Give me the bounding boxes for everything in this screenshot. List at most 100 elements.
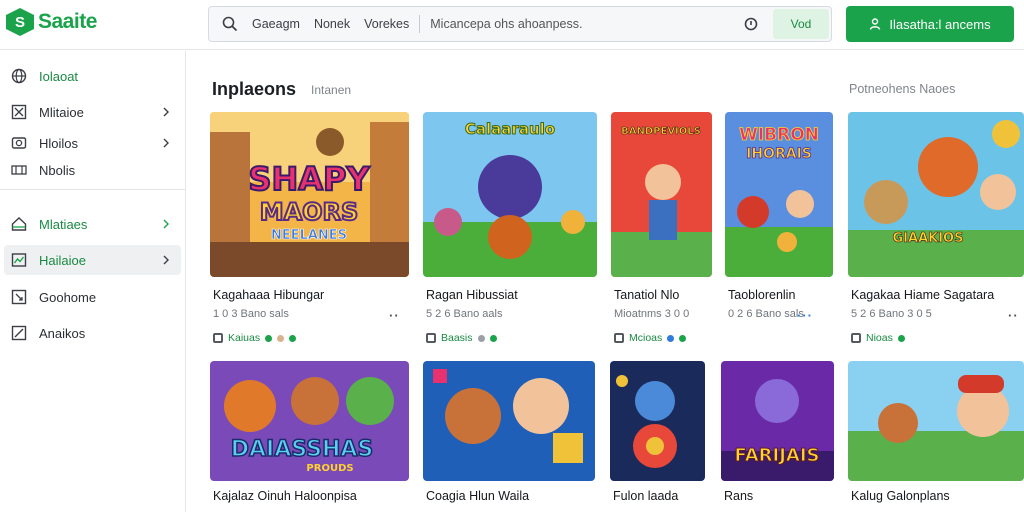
search-tab-2[interactable]: Nonek — [314, 17, 350, 31]
game-thumbnail[interactable]: Calaaraulo — [423, 112, 597, 277]
game-thumbnail[interactable]: FARIJAIS — [721, 361, 834, 481]
game-tag: Nioas — [866, 332, 893, 344]
sidebar-item-3[interactable]: Hloilos — [4, 128, 181, 158]
sidebar-item-5[interactable]: Mlatiaes — [4, 209, 181, 239]
chart-icon — [11, 253, 27, 267]
camera-icon — [11, 137, 27, 149]
game-thumbnail[interactable]: WIBRON IHORAIS — [725, 112, 833, 277]
sidebar-item-7[interactable]: Goohome — [4, 282, 181, 312]
game-title[interactable]: Kajalaz Oinuh Haloonpisa — [213, 489, 357, 503]
game-title[interactable]: Rans — [724, 489, 753, 503]
logo[interactable]: S Saaite — [6, 8, 97, 36]
game-thumbnail[interactable]: BANDPEVIOLS — [611, 112, 712, 277]
search-divider — [419, 15, 421, 33]
game-title[interactable]: Coagia Hlun Waila — [426, 489, 529, 503]
status-dot — [667, 334, 675, 342]
game-tags: Kaiuas — [213, 332, 297, 344]
sidebar-item-6[interactable]: Hailaioe — [4, 245, 181, 275]
sidebar-item-label: Anaikos — [39, 325, 86, 341]
home-icon — [11, 217, 27, 231]
expand-icon — [11, 289, 27, 305]
thumb-title-line-1: Calaaraulo — [465, 120, 555, 138]
sidebar-item-label: Hailaioe — [39, 252, 86, 268]
search-tab-3[interactable]: Vorekes — [364, 17, 409, 31]
sidebar-item-label: Mlatiaes — [39, 216, 88, 232]
sidebar-item-8[interactable]: Anaikos — [4, 318, 181, 348]
status-dot — [897, 334, 905, 342]
thumb-title-line-1: GIAAKIOS — [893, 231, 964, 246]
game-title[interactable]: Ragan Hibussiat — [426, 288, 518, 302]
status-dot — [489, 334, 497, 342]
status-dot — [477, 334, 485, 342]
game-thumbnail[interactable] — [423, 361, 595, 481]
thumb-title-line-2: MAORS — [260, 198, 359, 226]
top-bar: S Saaite Gaeagm Nonek Vorekes Micancepa … — [0, 0, 1024, 50]
game-title[interactable]: Kagahaaa Hibungar — [213, 288, 324, 302]
sidebar-item-label: Goohome — [39, 289, 97, 305]
edit-icon — [11, 325, 27, 341]
thumb-title-line-1: BANDPEVIOLS — [621, 126, 701, 137]
sidebar-item-4[interactable]: Nbolis — [4, 155, 181, 185]
tag-box-icon — [213, 333, 223, 343]
search-button[interactable]: Vod — [773, 9, 829, 39]
search-tab-1[interactable]: Gaeagm — [252, 17, 300, 31]
film-icon — [11, 165, 27, 175]
logo-glyph: S — [14, 13, 25, 31]
user-icon — [870, 18, 881, 30]
thumb-title-line-1: SHAPY — [248, 160, 370, 198]
game-title[interactable]: Kagakaa Hiame Sagatara — [851, 288, 994, 302]
sidebar-item-1[interactable]: Iolaoat — [4, 61, 181, 91]
thumb-title-line-1: WIBRON — [739, 125, 819, 145]
game-tags: Baasis — [426, 332, 497, 344]
mic-icon[interactable] — [743, 16, 759, 32]
sidebar-item-2[interactable]: Mlitaioe — [4, 97, 181, 127]
game-meta: 5 2 6 Bano 3 0 5 — [851, 308, 932, 320]
game-title[interactable]: Taoblorenlin — [728, 288, 795, 302]
logo-text: Saaite — [38, 10, 97, 33]
sidebar-item-label: Iolaoat — [39, 68, 79, 84]
more-options-icon[interactable]: ·· — [389, 308, 400, 323]
tag-box-icon — [851, 333, 861, 343]
game-thumbnail[interactable] — [848, 361, 1024, 481]
game-tag: Mcioas — [629, 332, 663, 344]
chevron-right-icon — [163, 138, 169, 148]
sidebar-item-label: Hloilos — [39, 135, 79, 151]
thumb-title-line-3: NEELANES — [271, 228, 347, 243]
search-icon[interactable] — [222, 16, 238, 32]
search-input[interactable]: Micancepa ohs ahoanpess. — [430, 17, 743, 31]
sidebar-divider — [0, 189, 185, 190]
more-options-icon[interactable]: ·· — [1008, 308, 1019, 323]
more-options-icon[interactable]: ··· — [797, 308, 813, 323]
search-bar[interactable]: Gaeagm Nonek Vorekes Micancepa ohs ahoan… — [208, 6, 832, 42]
section-subtitle: Intanen — [311, 83, 352, 97]
section-see-all-link[interactable]: Potneohens Naoes — [849, 82, 955, 96]
thumb-title-line-1: DAIASSHAS — [231, 437, 373, 462]
game-tags: Nioas — [851, 332, 905, 344]
game-title[interactable]: Tanatiol Nlo — [614, 288, 679, 302]
game-thumbnail[interactable]: SHAPY MAORS NEELANES — [210, 112, 409, 277]
game-meta: Mioatnms 3 0 0 — [614, 308, 690, 320]
primary-cta-label: Ilasatha:l ancems — [889, 16, 991, 32]
game-thumbnail[interactable] — [610, 361, 705, 481]
game-meta: 5 2 6 Bano aals — [426, 308, 503, 320]
chevron-right-icon — [163, 219, 169, 229]
sidebar-item-label: Mlitaioe — [39, 104, 84, 120]
status-dot — [277, 334, 285, 342]
game-tag: Kaiuas — [228, 332, 261, 344]
game-tags: Mcioas — [614, 332, 687, 344]
sidebar: Iolaoat Mlitaioe Hloilos Nbolis Mlatiaes… — [0, 51, 186, 512]
game-thumbnail[interactable]: DAIASSHAS PROUDS — [210, 361, 409, 481]
primary-cta-button[interactable]: Ilasatha:l ancems — [846, 6, 1014, 42]
thumb-title-line-2: IHORAIS — [746, 146, 812, 162]
status-dot — [679, 334, 687, 342]
chevron-right-icon — [163, 107, 169, 117]
status-dot — [289, 334, 297, 342]
tag-box-icon — [614, 333, 624, 343]
game-thumbnail[interactable]: GIAAKIOS — [848, 112, 1024, 277]
globe-icon — [11, 68, 27, 84]
game-title[interactable]: Kalug Galonplans — [851, 489, 950, 503]
game-title[interactable]: Fulon laada — [613, 489, 678, 503]
game-tag: Baasis — [441, 332, 473, 344]
logo-mark-icon: S — [6, 8, 34, 36]
section-title: Inplaeons — [212, 79, 297, 99]
